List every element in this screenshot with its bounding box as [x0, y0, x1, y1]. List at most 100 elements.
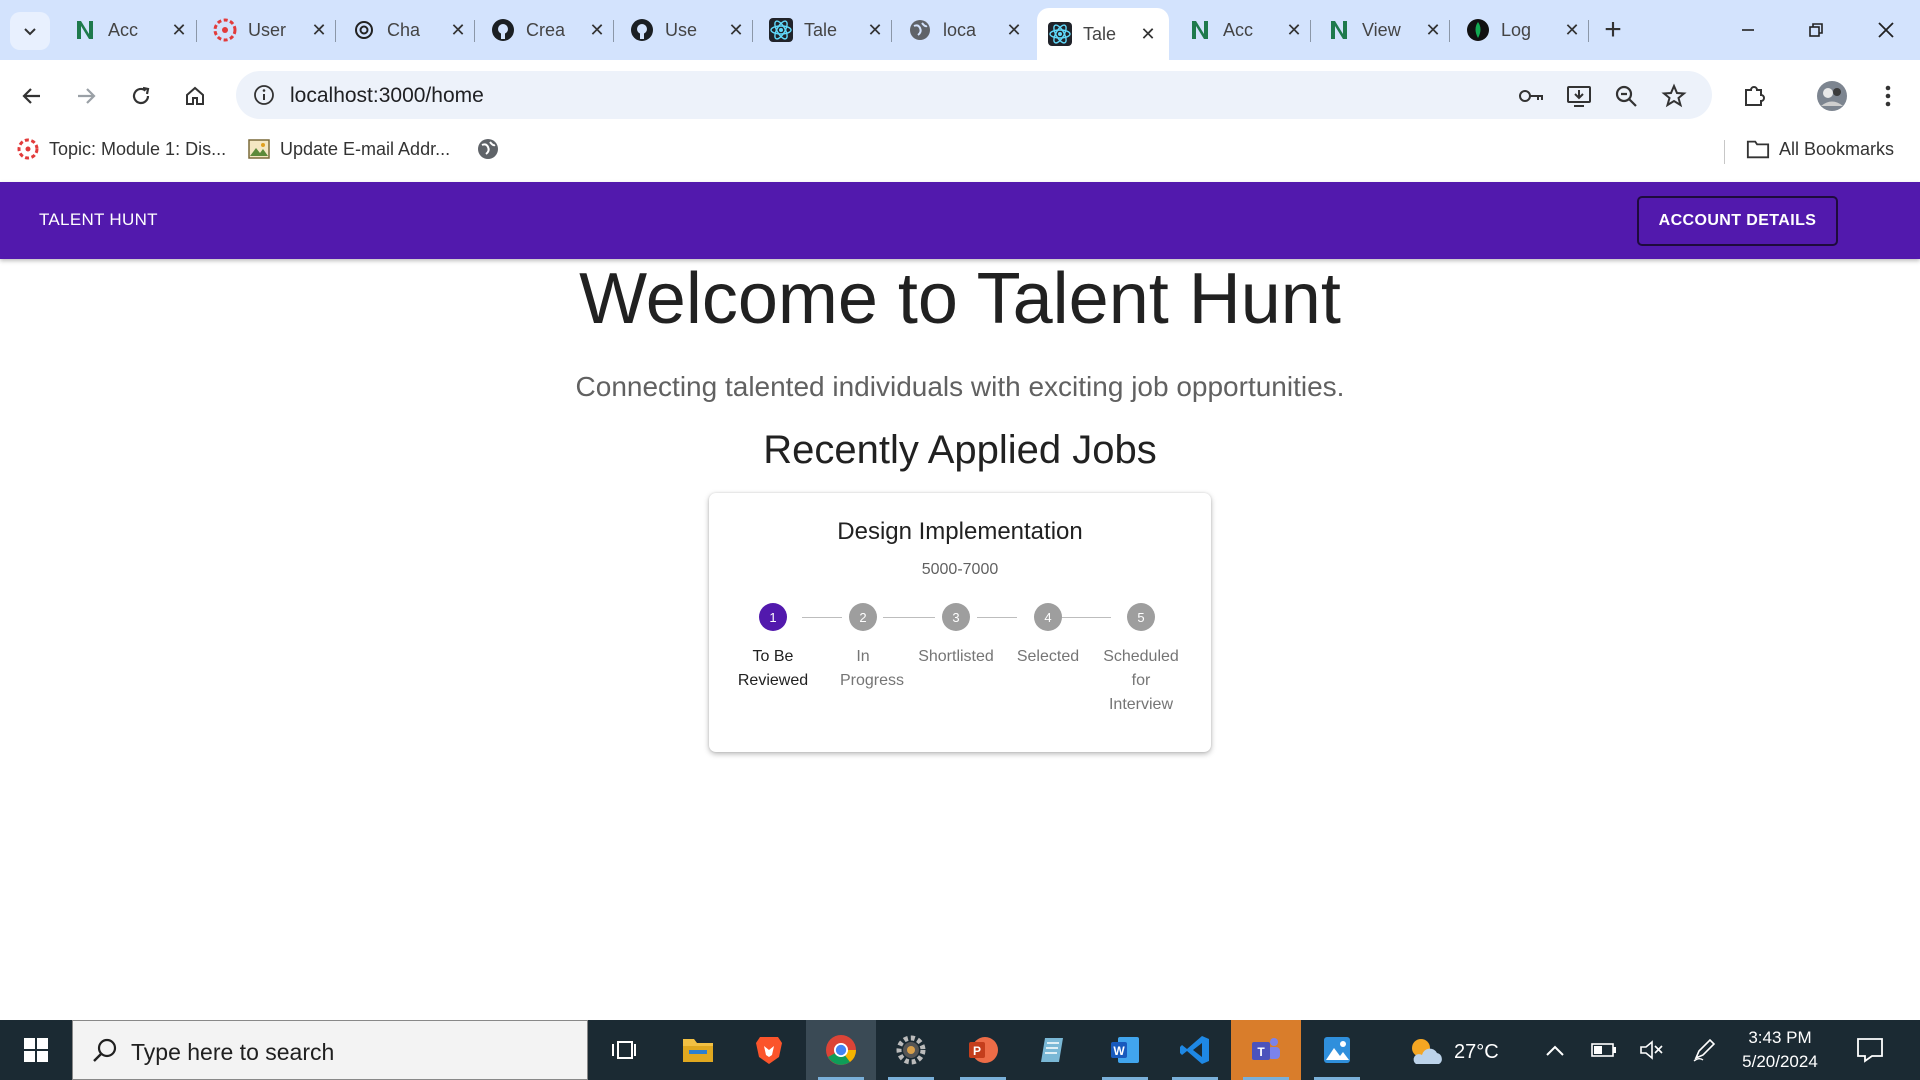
step-label: In Progress [840, 648, 905, 689]
settings-app[interactable] [876, 1020, 946, 1080]
close-icon[interactable]: ✕ [725, 20, 747, 41]
chrome-icon [826, 1035, 856, 1065]
gear-icon [896, 1035, 926, 1065]
new-tab-button[interactable]: + [1596, 14, 1630, 48]
word-app[interactable]: W [1090, 1020, 1160, 1080]
tab-title: Log [1501, 19, 1532, 40]
react-icon [768, 17, 794, 43]
canvas-icon [212, 17, 238, 43]
account-details-button[interactable]: ACCOUNT DETAILS [1637, 196, 1838, 246]
browser-tab[interactable]: Use ✕ [619, 8, 757, 52]
tab-search-button[interactable] [10, 12, 50, 50]
bookmark-item[interactable]: Update E-mail Addr... [247, 137, 450, 161]
battery-icon[interactable] [1588, 1036, 1620, 1064]
github-icon [629, 17, 655, 43]
photos-app[interactable] [1302, 1020, 1372, 1080]
back-button[interactable] [12, 76, 52, 116]
search-icon [93, 1038, 117, 1062]
reload-icon [132, 86, 150, 105]
home-button[interactable] [175, 76, 215, 116]
close-icon[interactable]: ✕ [1283, 20, 1305, 41]
notification-center-button[interactable] [1852, 1034, 1888, 1066]
close-icon[interactable]: ✕ [308, 20, 330, 41]
close-icon[interactable]: ✕ [864, 20, 886, 41]
restore-button[interactable] [1788, 10, 1844, 50]
close-icon[interactable]: ✕ [586, 20, 608, 41]
close-icon[interactable]: ✕ [1003, 20, 1025, 41]
bookmarks-divider [1724, 140, 1725, 164]
close-icon[interactable]: ✕ [1561, 20, 1583, 41]
minimize-button[interactable] [1720, 10, 1776, 50]
browser-tab[interactable]: Acc ✕ [62, 8, 200, 52]
browser-tab[interactable]: Tale ✕ [758, 8, 896, 52]
tab-title: loca [943, 19, 977, 40]
address-bar[interactable]: localhost:3000/home [236, 71, 1712, 119]
tab-divider [613, 20, 614, 42]
taskbar-search-box[interactable]: Type here to search [72, 1020, 588, 1080]
brave-browser-app[interactable] [734, 1020, 804, 1080]
notepad-icon [1041, 1038, 1063, 1062]
browser-menu-button[interactable] [1868, 76, 1908, 116]
browser-tab[interactable]: loca ✕ [897, 8, 1035, 52]
browser-tab[interactable]: Log ✕ [1455, 8, 1593, 52]
hidden-icons-button[interactable] [1539, 1036, 1571, 1064]
brand-title[interactable]: TALENT HUNT [39, 210, 158, 230]
teams-app[interactable]: T [1231, 1020, 1301, 1080]
windows-taskbar: Type here to search P W T 27°C 3:43 PM 5… [0, 1020, 1920, 1080]
all-bookmarks-button[interactable]: All Bookmarks [1746, 137, 1894, 161]
powerpoint-app[interactable]: P [948, 1020, 1018, 1080]
bookmark-item[interactable]: Topic: Module 1: Dis... [16, 137, 226, 161]
job-salary: 5000-7000 [921, 561, 999, 578]
site-info-icon[interactable] [248, 79, 280, 111]
close-window-button[interactable] [1858, 10, 1914, 50]
github-icon [490, 17, 516, 43]
notepad-app[interactable] [1018, 1020, 1088, 1080]
chevron-down-icon [24, 28, 36, 36]
zoom-icon[interactable] [1609, 79, 1643, 113]
teams-icon: T [1252, 1038, 1280, 1060]
step-number: 2 [849, 603, 877, 631]
vscode-app[interactable] [1160, 1020, 1230, 1080]
start-button[interactable] [0, 1020, 72, 1080]
weather-widget[interactable]: 27°C [1406, 1034, 1499, 1070]
pen-icon[interactable] [1688, 1036, 1720, 1064]
profile-avatar[interactable] [1812, 76, 1852, 116]
tab-title: Cha [387, 19, 421, 40]
volume-muted-icon[interactable] [1636, 1036, 1668, 1064]
bookmark-globe[interactable] [476, 137, 509, 161]
browser-tab[interactable]: User ✕ [202, 8, 340, 52]
browser-tab[interactable]: Cha ✕ [341, 8, 479, 52]
file-explorer-app[interactable] [663, 1020, 733, 1080]
tab-title: Acc [108, 19, 139, 40]
react-icon [1047, 21, 1073, 47]
tab-title: Acc [1223, 19, 1254, 40]
job-card[interactable]: Design Implementation 5000-7000 1 To Be … [709, 493, 1211, 752]
browser-tab-bar: Acc ✕ User ✕ Cha ✕ Crea ✕ Use ✕ Tale ✕ l… [0, 0, 1920, 60]
step-number: 4 [1034, 603, 1062, 631]
system-clock[interactable]: 3:43 PM 5/20/2024 [1730, 1026, 1830, 1074]
task-view-button[interactable] [589, 1020, 659, 1080]
close-icon[interactable]: ✕ [447, 20, 469, 41]
clock-time: 3:43 PM [1748, 1028, 1812, 1047]
globe-icon [476, 137, 500, 161]
close-icon[interactable]: ✕ [168, 20, 190, 41]
browser-tab[interactable]: Acc ✕ [1177, 8, 1315, 52]
browser-tab[interactable]: View ✕ [1316, 8, 1454, 52]
task-view-icon [612, 1041, 636, 1059]
svg-text:P: P [973, 1044, 981, 1058]
step-number: 1 [759, 603, 787, 631]
install-app-icon[interactable] [1562, 79, 1596, 113]
browser-tab-active[interactable]: Tale ✕ [1037, 8, 1169, 60]
reload-button[interactable] [121, 76, 161, 116]
extensions-button[interactable] [1734, 76, 1774, 116]
forward-button[interactable] [66, 76, 106, 116]
close-icon[interactable]: ✕ [1137, 24, 1159, 45]
tab-title: Use [665, 19, 698, 40]
url-text[interactable]: localhost:3000/home [290, 84, 484, 108]
chrome-app[interactable] [806, 1020, 876, 1080]
password-key-icon[interactable] [1514, 79, 1548, 113]
bookmark-star-icon[interactable] [1657, 79, 1691, 113]
close-icon[interactable]: ✕ [1422, 20, 1444, 41]
tab-divider [335, 20, 336, 42]
browser-tab[interactable]: Crea ✕ [480, 8, 618, 52]
